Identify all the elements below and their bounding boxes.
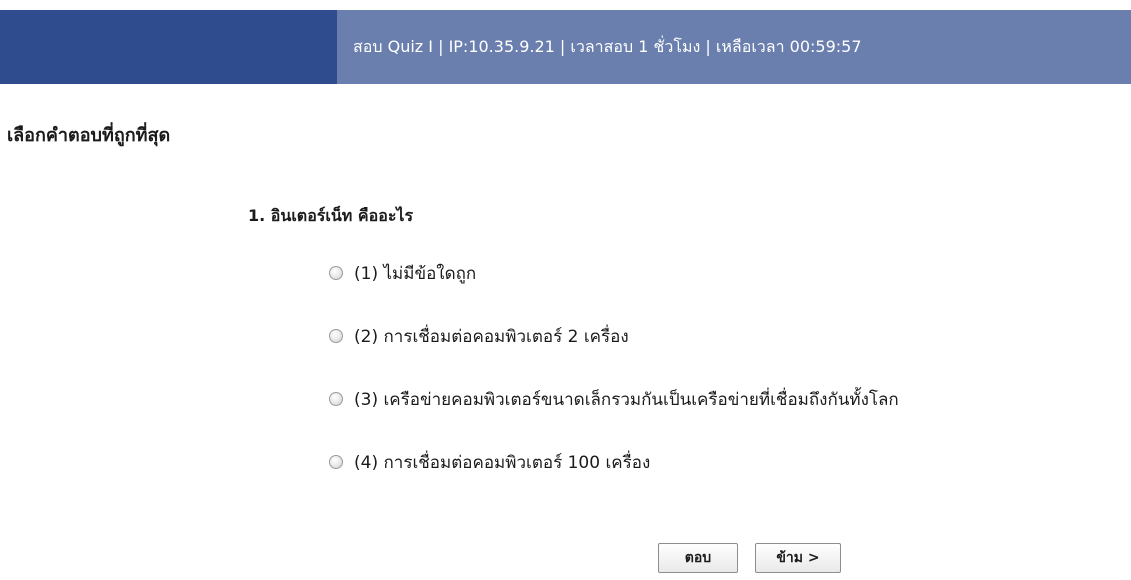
choice-2[interactable]: (2) การเชื่อมต่อคอมพิวเตอร์ 2 เครื่อง <box>329 321 899 351</box>
choice-2-radio[interactable] <box>329 329 343 343</box>
choice-2-label[interactable]: (2) การเชื่อมต่อคอมพิวเตอร์ 2 เครื่อง <box>354 323 629 350</box>
choice-list: (1) ไม่มีข้อใดถูก (2) การเชื่อมต่อคอมพิว… <box>329 258 899 510</box>
choice-1[interactable]: (1) ไม่มีข้อใดถูก <box>329 258 899 288</box>
choice-1-label[interactable]: (1) ไม่มีข้อใดถูก <box>354 260 476 287</box>
skip-button[interactable]: ข้าม > <box>755 543 841 573</box>
question-text: 1. อินเตอร์เน็ท คืออะไร <box>248 206 414 225</box>
instruction-text: เลือกคำตอบที่ถูกที่สุด <box>7 125 171 146</box>
answer-button[interactable]: ตอบ <box>658 543 738 573</box>
choice-4-radio[interactable] <box>329 455 343 469</box>
choice-4[interactable]: (4) การเชื่อมต่อคอมพิวเตอร์ 100 เครื่อง <box>329 447 899 477</box>
choice-3-radio[interactable] <box>329 392 343 406</box>
choice-3[interactable]: (3) เครือข่ายคอมพิวเตอร์ขนาดเล็กรวมกันเป… <box>329 384 899 414</box>
choice-1-radio[interactable] <box>329 266 343 280</box>
choice-3-label[interactable]: (3) เครือข่ายคอมพิวเตอร์ขนาดเล็กรวมกันเป… <box>354 386 899 413</box>
header-bar: สอบ Quiz I | IP:10.35.9.21 | เวลาสอบ 1 ช… <box>0 10 1131 84</box>
exam-info: สอบ Quiz I | IP:10.35.9.21 | เวลาสอบ 1 ช… <box>337 10 1131 84</box>
choice-4-label[interactable]: (4) การเชื่อมต่อคอมพิวเตอร์ 100 เครื่อง <box>354 449 650 476</box>
